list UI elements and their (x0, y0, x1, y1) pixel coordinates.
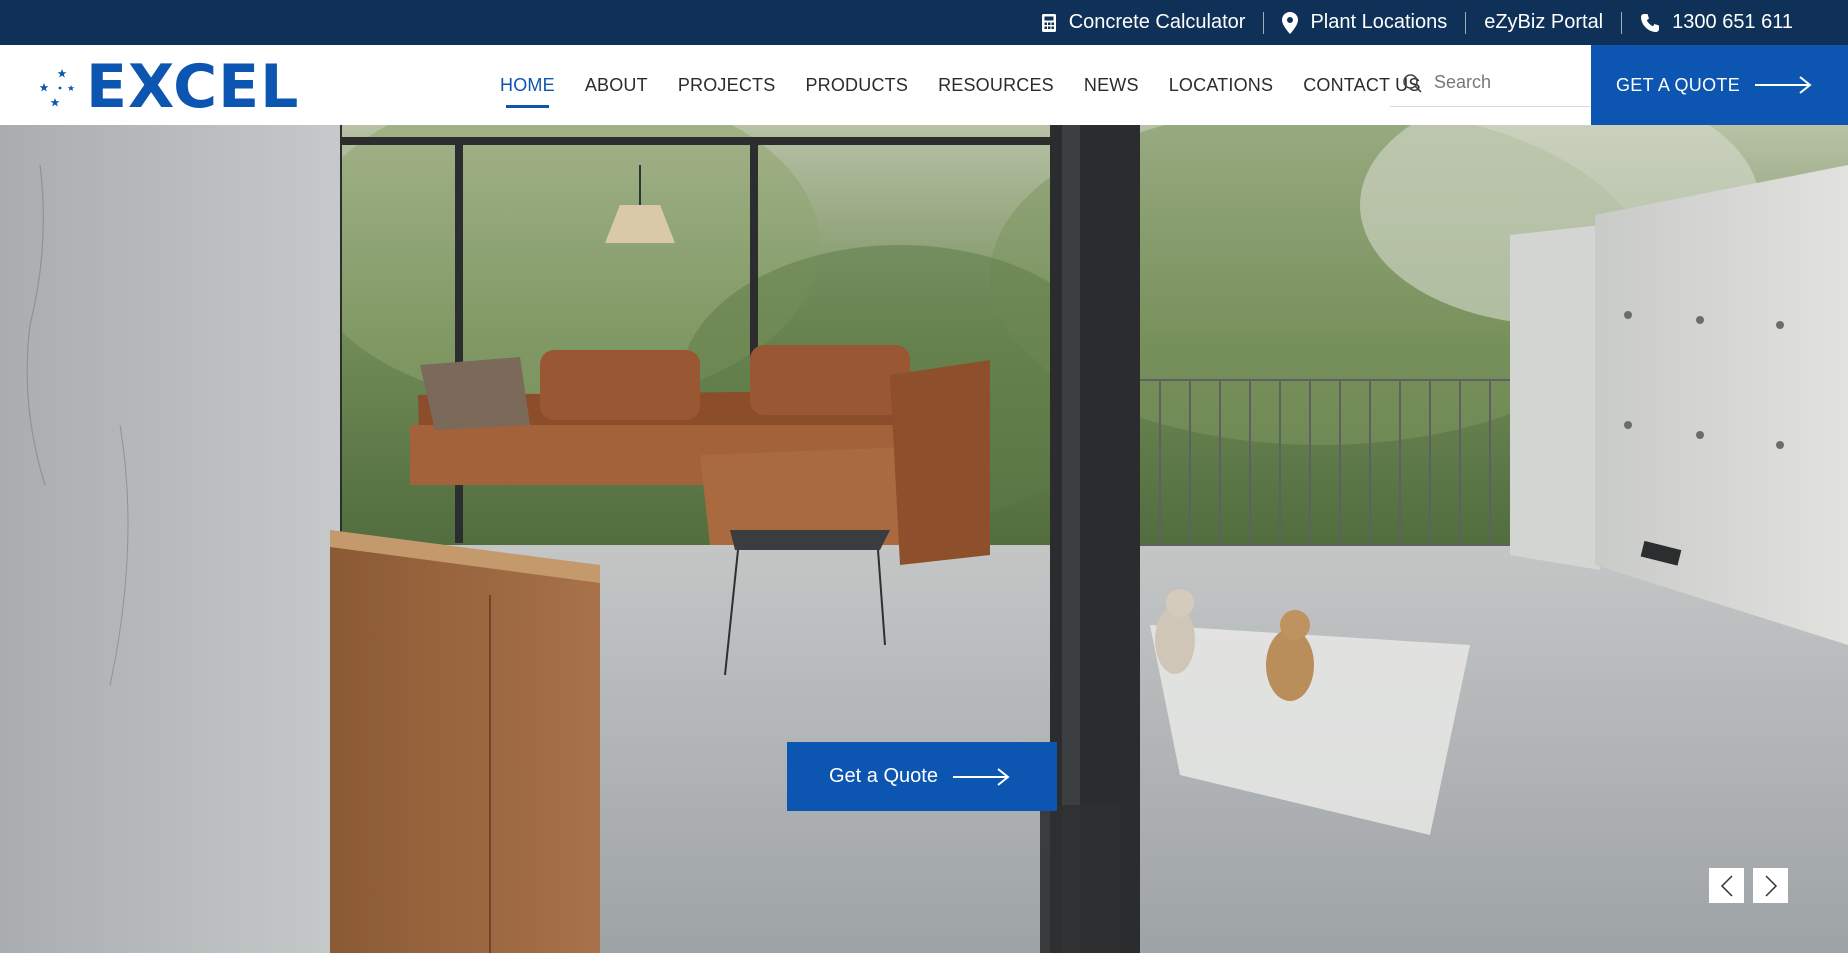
phone-link[interactable]: 1300 651 611 (1640, 11, 1793, 34)
get-a-quote-header-button[interactable]: GET A QUOTE (1591, 45, 1848, 125)
main-navigation: HOME ABOUT PROJECTS PRODUCTS RESOURCES N… (500, 45, 1451, 125)
get-a-quote-hero-button[interactable]: Get a Quote (787, 742, 1057, 811)
slider-next-button[interactable] (1753, 868, 1788, 903)
southern-cross-stars-icon (39, 69, 75, 107)
search-icon (1403, 73, 1422, 92)
map-pin-icon (1282, 11, 1299, 34)
divider (1621, 11, 1623, 34)
chevron-right-icon (1764, 874, 1777, 897)
nav-item-products[interactable]: PRODUCTS (805, 75, 908, 96)
phone-icon (1641, 13, 1660, 32)
divider (1465, 11, 1467, 34)
search-box (1390, 59, 1590, 107)
hero-slider: Get a Quote (0, 125, 1848, 953)
nav-item-news[interactable]: NEWS (1084, 75, 1139, 96)
arrow-right-icon (952, 767, 1010, 786)
slider-prev-button[interactable] (1709, 868, 1744, 903)
get-a-quote-header-label: GET A QUOTE (1616, 74, 1741, 95)
brand-logo[interactable]: EXCEL (36, 57, 299, 117)
concrete-calculator-label: Concrete Calculator (1068, 11, 1246, 33)
calculator-icon (1041, 13, 1056, 32)
nav-item-projects[interactable]: PROJECTS (678, 75, 776, 96)
plant-locations-label: Plant Locations (1310, 11, 1448, 33)
divider (1263, 11, 1265, 34)
chevron-left-icon (1720, 874, 1733, 897)
plant-locations-link[interactable]: Plant Locations (1282, 11, 1447, 34)
ezybiz-portal-label: eZyBiz Portal (1484, 11, 1604, 33)
search-input[interactable] (1434, 72, 1584, 93)
brand-wordmark: EXCEL (86, 52, 300, 122)
concrete-calculator-link[interactable]: Concrete Calculator (1041, 11, 1246, 34)
arrow-right-icon (1755, 76, 1812, 94)
site-header: EXCEL HOME ABOUT PROJECTS PRODUCTS RESOU… (0, 45, 1848, 125)
nav-item-resources[interactable]: RESOURCES (938, 75, 1054, 96)
phone-number: 1300 651 611 (1672, 11, 1793, 33)
page-bottom-strip (0, 953, 1848, 974)
hero-image (0, 125, 1848, 953)
nav-item-about[interactable]: ABOUT (585, 75, 648, 96)
top-utility-bar: Concrete Calculator Plant Locations eZyB… (0, 0, 1848, 45)
nav-item-locations[interactable]: LOCATIONS (1169, 75, 1273, 96)
get-a-quote-hero-label: Get a Quote (829, 765, 938, 787)
nav-item-home[interactable]: HOME (500, 75, 555, 108)
ezybiz-portal-link[interactable]: eZyBiz Portal (1484, 11, 1603, 34)
